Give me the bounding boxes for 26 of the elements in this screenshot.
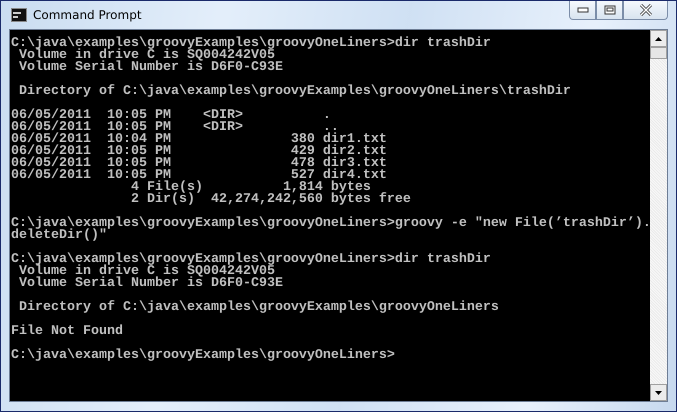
console-line: Volume Serial Number is D6F0-C93E <box>18 62 284 74</box>
scrollbar[interactable] <box>650 30 667 401</box>
console-line: 2 Dir(s) 42,274,242,560 bytes free <box>130 194 412 206</box>
scroll-down-button[interactable] <box>650 384 667 401</box>
console-line: File Not Found <box>11 326 124 338</box>
up-arrow-icon <box>655 36 662 40</box>
console-line: Volume Serial Number is D6F0-C93E <box>18 278 284 290</box>
close-button[interactable] <box>623 1 668 20</box>
console-line: Directory of C:\java\examples\groovyExamples\groovyOneLiners <box>18 302 500 314</box>
window-title: Command Prompt <box>33 8 142 22</box>
console-line: 4 File(s) 1,814 bytes <box>130 182 372 194</box>
console-line: C:\java\examples\groovyExamples\groovyOneLiners>dir trashDir <box>11 38 492 50</box>
console-line: C:\java\examples\groovyExamples\groovyOneLiners> <box>11 350 396 362</box>
console-line: deleteDir()" <box>11 230 107 242</box>
maximize-icon <box>604 5 616 15</box>
console-line: C:\java\examples\groovyExamples\groovyOneLiners>groovy -e "new File(’trashDir’). <box>11 218 650 230</box>
console-line: Directory of C:\java\examples\groovyExamples\groovyOneLiners\trashDir <box>18 86 572 98</box>
console-icon <box>11 8 27 22</box>
console-line: C:\java\examples\groovyExamples\groovyOneLiners>dir trashDir <box>11 254 492 266</box>
maximize-button[interactable] <box>596 1 623 20</box>
close-icon <box>638 4 652 16</box>
minimize-icon <box>576 7 588 13</box>
minimize-button[interactable] <box>569 1 596 20</box>
scroll-thumb[interactable] <box>650 47 667 59</box>
scroll-up-button[interactable] <box>650 30 667 47</box>
down-arrow-icon <box>655 390 662 394</box>
